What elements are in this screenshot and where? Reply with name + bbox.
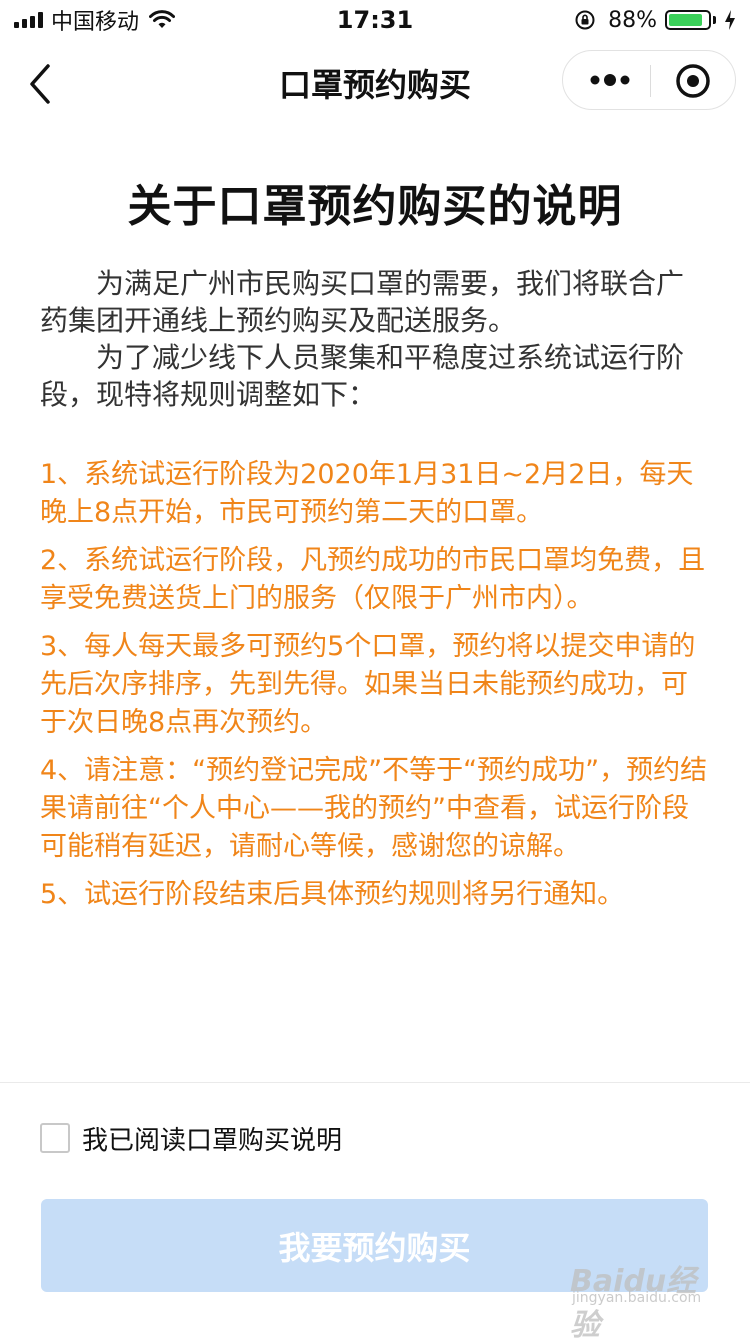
watermark-url: jingyan.baidu.com: [572, 1290, 702, 1306]
rule-item: 1、系统试运行阶段为2020年1月31日~2月2日，每天晚上8点开始，市民可预约…: [40, 459, 694, 528]
battery-icon: [665, 10, 711, 30]
rotation-lock-icon: [575, 10, 595, 30]
status-right: 88%: [574, 6, 736, 34]
rule-item: 2、系统试运行阶段，凡预约成功的市民口罩均免费，且享受免费送货上门的服务（仅限于…: [40, 545, 706, 614]
nav-bar: 口罩预约购买: [0, 40, 750, 128]
close-miniprogram-button[interactable]: [675, 63, 711, 99]
battery-percent: 88%: [608, 7, 657, 33]
footer-divider: [0, 1082, 750, 1083]
miniprogram-capsule: [562, 50, 736, 110]
more-options-button[interactable]: [587, 65, 633, 95]
battery-tip: [713, 16, 716, 24]
rules-list: 1、系统试运行阶段为2020年1月31日~2月2日，每天晚上8点开始，市民可预约…: [40, 456, 712, 924]
page-title: 关于口罩预约购买的说明: [127, 181, 623, 232]
intro-paragraph-2: 为了减少线下人员聚集和平稳度过系统试运行阶段，现特将规则调整如下：: [40, 341, 685, 411]
agreement-label[interactable]: 我已阅读口罩购买说明: [82, 1120, 342, 1157]
capsule-divider: [650, 65, 651, 97]
agreement-row[interactable]: 我已阅读口罩购买说明: [40, 1120, 342, 1157]
baidu-jingyan-watermark: Baidu经验 jingyan.baidu.com: [570, 1256, 720, 1343]
rule-item: 3、每人每天最多可预约5个口罩，预约将以提交申请的先后次序排序，先到先得。如果当…: [40, 631, 696, 738]
status-bar: 中国移动 17:31 88%: [0, 0, 750, 40]
charging-bolt-icon: [725, 10, 735, 30]
battery-fill: [669, 14, 702, 26]
rule-item: 5、试运行阶段结束后具体预约规则将另行通知。: [40, 879, 625, 910]
intro-paragraph-1: 为满足广州市民购买口罩的需要，我们将联合广药集团开通线上预约购买及配送服务。: [40, 267, 685, 337]
rule-item: 4、请注意：“预约登记完成”不等于“预约成功”，预约结果请前往“个人中心——我的…: [40, 755, 708, 862]
agreement-checkbox[interactable]: [40, 1123, 70, 1153]
